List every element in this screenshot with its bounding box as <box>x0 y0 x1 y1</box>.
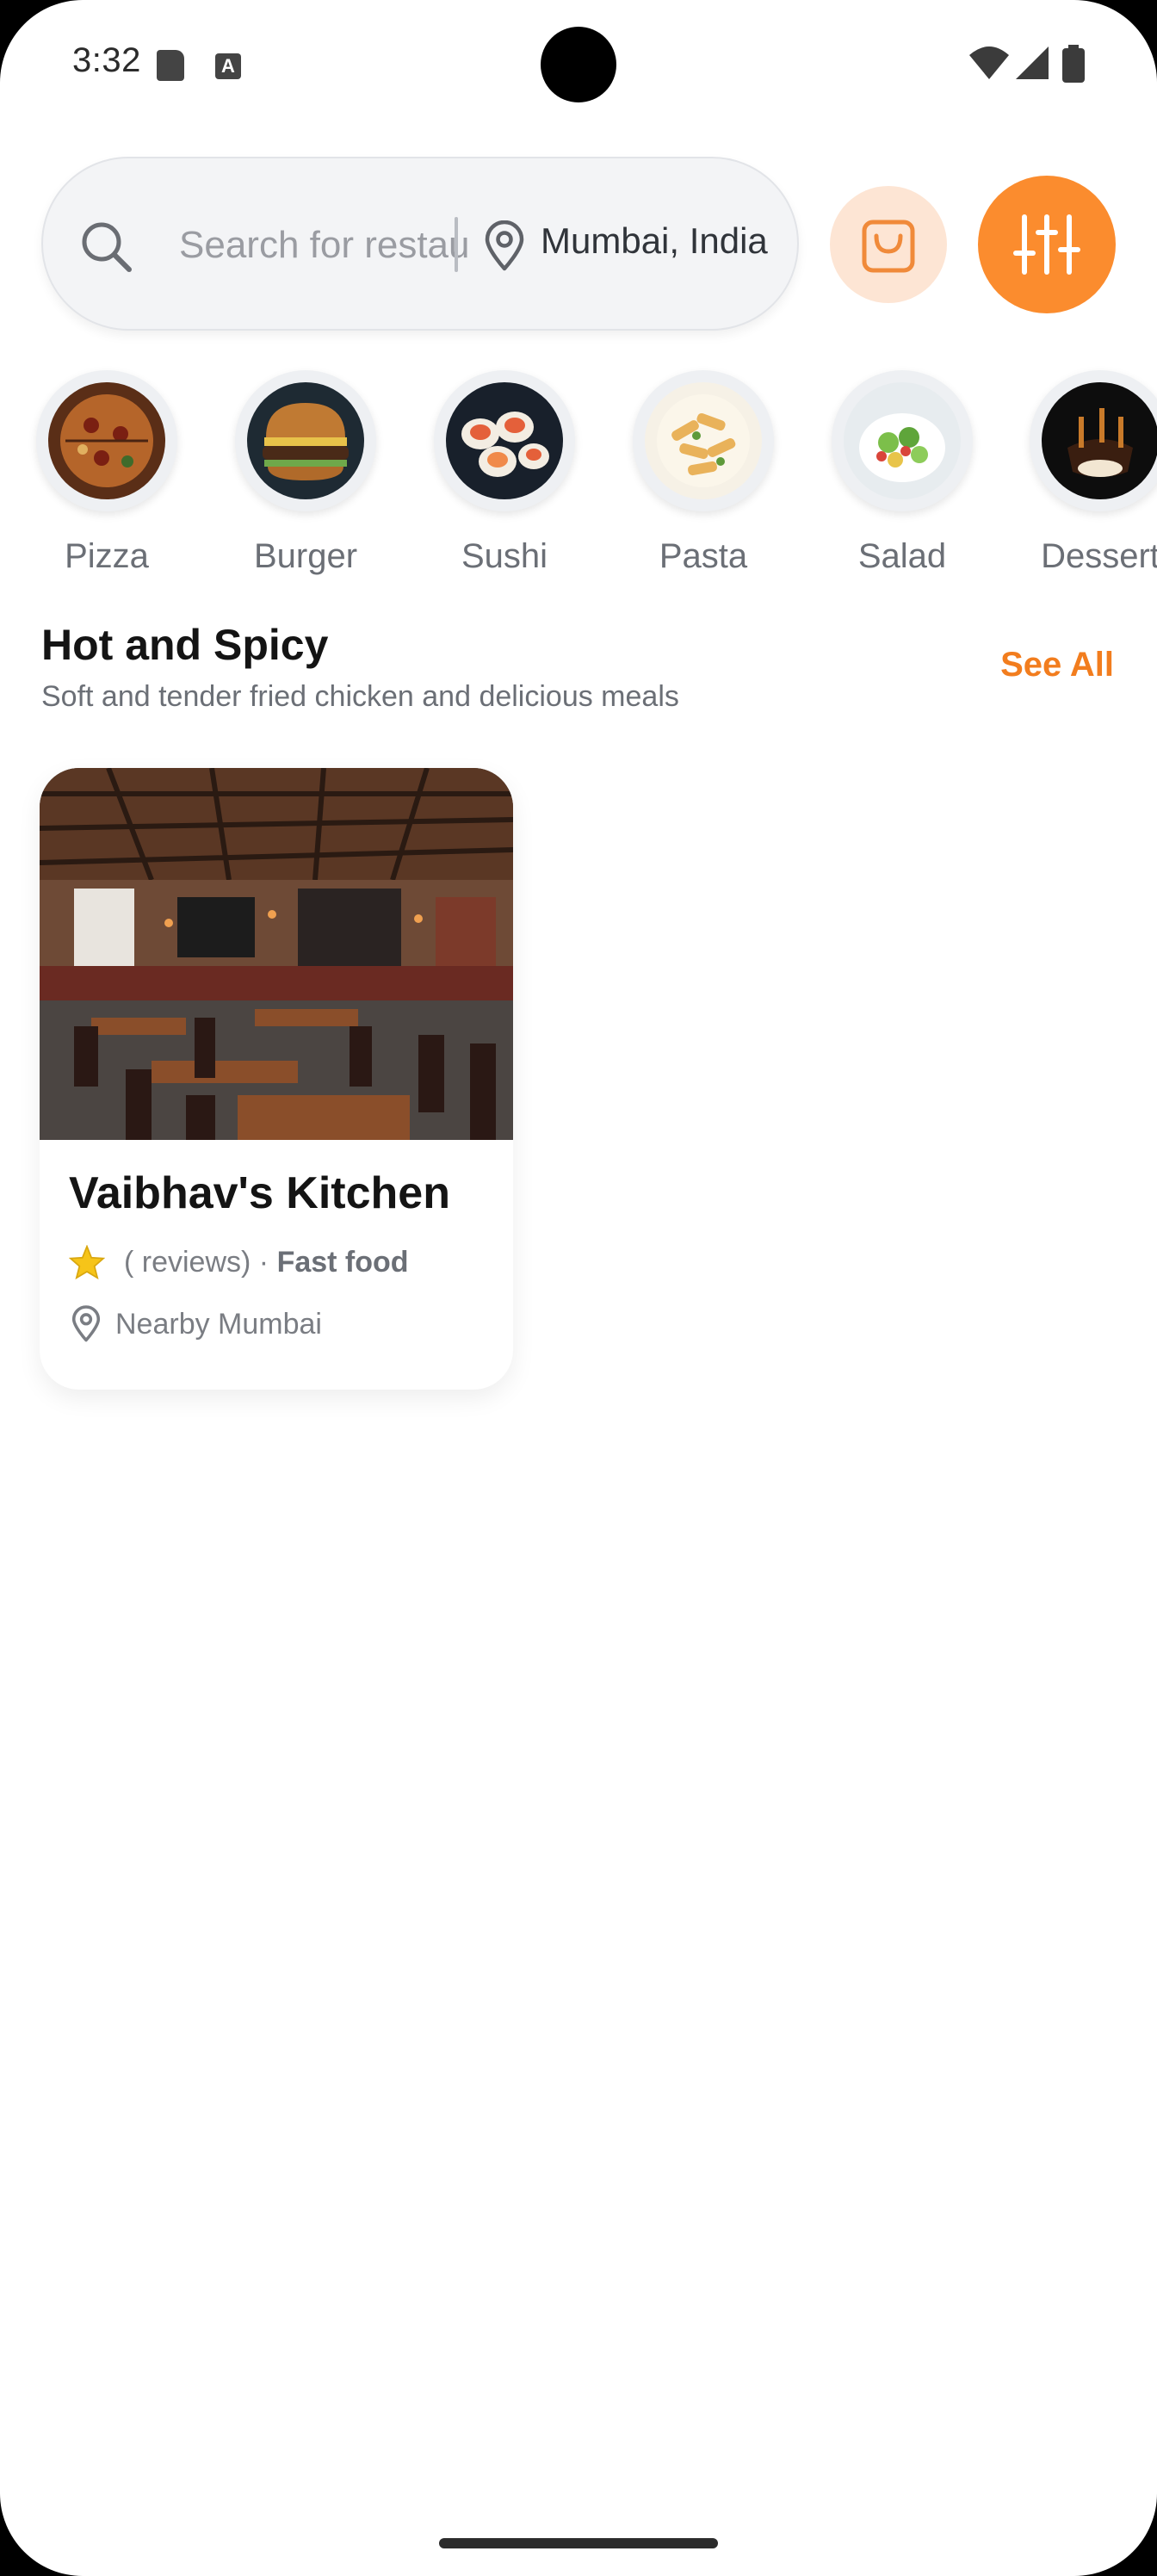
sliders-icon <box>1013 214 1080 275</box>
section-title: Hot and Spicy <box>41 621 329 669</box>
rating-row: ( reviews) · Fast food <box>69 1242 409 1283</box>
search-bar[interactable]: Mumbai, India <box>41 157 799 331</box>
section-subtitle: Soft and tender fried chicken and delici… <box>41 680 679 713</box>
category-label: Pasta <box>659 537 748 575</box>
search-icon <box>82 222 132 272</box>
restaurant-card[interactable]: Vaibhav's Kitchen ( reviews) · Fast food… <box>40 768 513 1390</box>
category-pizza[interactable]: Pizza <box>21 370 193 576</box>
category-label: Pizza <box>65 537 149 575</box>
location-pin-icon <box>485 220 524 271</box>
salad-thumbnail <box>832 370 973 511</box>
status-bar: 3:32 A <box>0 0 1157 129</box>
battery-icon <box>1062 45 1085 83</box>
category-sushi[interactable]: Sushi <box>418 370 591 576</box>
wifi-icon <box>969 46 1009 79</box>
search-divider <box>455 217 458 272</box>
a-text-icon: A <box>215 53 241 79</box>
pizza-thumbnail <box>36 370 177 511</box>
star-icon <box>69 1245 105 1279</box>
home-indicator[interactable] <box>439 2538 718 2548</box>
address-text: Nearby Mumbai <box>115 1307 322 1341</box>
address-row: Nearby Mumbai <box>69 1303 322 1345</box>
sd-card-icon <box>157 50 184 81</box>
sushi-thumbnail <box>434 370 575 511</box>
category-pasta[interactable]: Pasta <box>617 370 789 576</box>
shopping-bag-icon <box>862 220 915 273</box>
category-dessert[interactable]: Dessert <box>1014 370 1157 576</box>
category-label: Sushi <box>461 537 548 575</box>
category-label: Salad <box>857 537 947 575</box>
dessert-thumbnail <box>1030 370 1157 511</box>
app-screen: 3:32 A Mumbai, India <box>0 0 1157 2576</box>
cart-button[interactable] <box>830 186 947 303</box>
category-label: Dessert <box>1041 537 1157 575</box>
category-salad[interactable]: Salad <box>816 370 988 576</box>
location-pin-icon <box>71 1305 101 1342</box>
signal-icon <box>1016 46 1049 79</box>
location-selector[interactable]: Mumbai, India <box>541 220 768 262</box>
see-all-link[interactable]: See All <box>1000 646 1114 684</box>
category-strip: Pizza Burger Sushi Pasta Salad Dessert <box>0 370 1157 577</box>
camera-cutout <box>541 27 616 102</box>
category-label: Burger <box>253 537 358 575</box>
burger-thumbnail <box>235 370 376 511</box>
filter-button[interactable] <box>978 176 1116 313</box>
cuisine-text: Fast food <box>276 1245 409 1279</box>
status-time: 3:32 <box>72 41 141 79</box>
pasta-thumbnail <box>633 370 774 511</box>
restaurant-image <box>40 768 513 1140</box>
category-burger[interactable]: Burger <box>220 370 392 576</box>
restaurant-name: Vaibhav's Kitchen <box>69 1168 450 1218</box>
reviews-text: ( reviews) · <box>124 1245 277 1279</box>
search-input[interactable] <box>177 210 473 281</box>
